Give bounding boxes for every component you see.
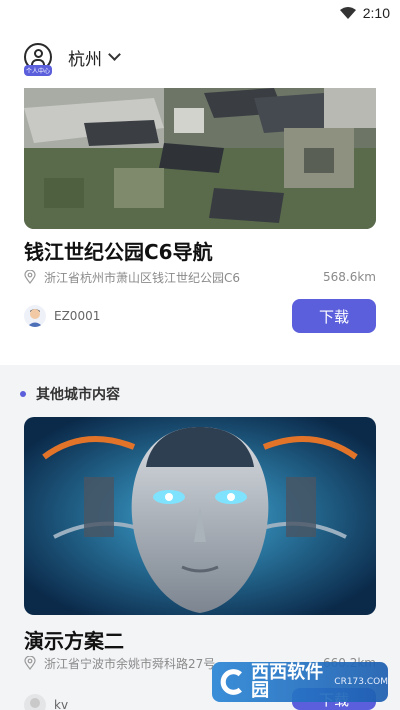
location-pin-icon bbox=[24, 656, 36, 670]
location-row: 浙江省杭州市萧山区钱江世纪公园C6 568.6km bbox=[24, 268, 376, 286]
user-head-icon bbox=[33, 49, 43, 58]
profile-avatar-button[interactable]: 个人中心 bbox=[24, 43, 53, 76]
watermark-text: 西西软件园 bbox=[251, 662, 324, 701]
author-name: EZ0001 bbox=[54, 309, 101, 323]
location-pin-icon bbox=[24, 270, 36, 284]
author-row: kv bbox=[24, 688, 68, 710]
c-logo-icon bbox=[220, 669, 242, 695]
card-title[interactable]: 演示方案二 bbox=[24, 625, 124, 654]
header: 个人中心 杭州 bbox=[0, 36, 400, 78]
profile-badge: 个人中心 bbox=[24, 65, 53, 76]
card-image-robot-face[interactable] bbox=[24, 417, 376, 615]
watermark-logo: 西西软件园 CR173.COM bbox=[212, 662, 388, 702]
card-title[interactable]: 钱江世纪公园C6导航 bbox=[24, 236, 213, 265]
chevron-down-icon[interactable] bbox=[108, 48, 121, 61]
section-header: 其他城市内容 bbox=[20, 384, 120, 404]
distance-label: 568.6km bbox=[323, 270, 376, 284]
author-row: EZ0001 bbox=[24, 299, 100, 333]
wifi-icon bbox=[339, 7, 356, 19]
status-bar: 2:10 bbox=[0, 0, 400, 26]
section-title: 其他城市内容 bbox=[36, 387, 120, 403]
city-selector[interactable]: 杭州 bbox=[68, 45, 102, 70]
avatar bbox=[24, 305, 46, 327]
bullet-icon bbox=[20, 391, 26, 397]
download-button[interactable]: 下载 bbox=[292, 299, 376, 333]
avatar bbox=[24, 694, 46, 710]
location-text: 浙江省杭州市萧山区钱江世纪公园C6 bbox=[44, 270, 241, 285]
card-image-aerial-campus[interactable] bbox=[24, 88, 376, 229]
author-name: kv bbox=[54, 698, 69, 710]
status-time: 2:10 bbox=[362, 5, 390, 21]
watermark-site: CR173.COM bbox=[334, 677, 388, 687]
